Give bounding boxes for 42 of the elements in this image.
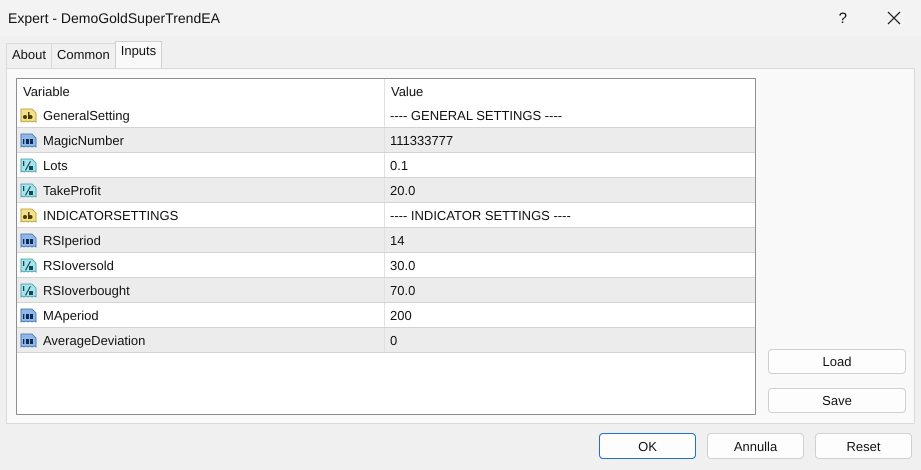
string-type-icon	[20, 206, 37, 224]
column-header[interactable]: Value	[385, 79, 755, 103]
column-header[interactable]: Variable	[17, 79, 385, 103]
int-type-icon	[20, 306, 37, 324]
variable-value[interactable]: 20.0	[390, 182, 416, 198]
variable-name: MagicNumber	[43, 132, 124, 148]
int-type-icon	[20, 332, 37, 348]
dialog-button[interactable]: Annulla	[707, 433, 804, 459]
variable-value[interactable]: 200	[390, 308, 412, 322]
double-type-icon	[20, 182, 37, 198]
variable-name: RSIoversold	[43, 258, 114, 272]
tab[interactable]: About	[6, 43, 52, 68]
variable-name: AverageDeviation	[43, 332, 146, 348]
variable-name: Lots	[43, 158, 68, 172]
variable-value[interactable]: 30.0	[390, 258, 416, 272]
variable-name: TakeProfit	[43, 182, 101, 198]
variable-value[interactable]: 111333777	[390, 132, 454, 148]
variable-name: RSIoverbought	[43, 282, 130, 298]
variable-value[interactable]: 14	[390, 232, 404, 248]
window-title: Expert - DemoGoldSuperTrendEA	[8, 10, 221, 26]
double-type-icon	[20, 282, 37, 298]
dialog-button[interactable]: OK	[599, 433, 696, 459]
double-type-icon	[20, 156, 37, 174]
variable-value[interactable]: 0.1	[390, 158, 408, 172]
variable-name: RSIperiod	[43, 232, 101, 248]
variable-value[interactable]: 70.0	[390, 282, 416, 298]
help-button[interactable]: ?	[838, 10, 847, 26]
variable-name: MAperiod	[43, 308, 99, 322]
double-type-icon	[20, 256, 37, 274]
tab[interactable]: Inputs	[114, 41, 162, 68]
variable-value[interactable]: 0	[390, 332, 398, 348]
variable-name: GeneralSetting	[43, 108, 130, 122]
side-button[interactable]: Save	[768, 388, 906, 413]
variable-value[interactable]: ---- INDICATOR SETTINGS ----	[390, 208, 571, 222]
variable-name: INDICATORSETTINGS	[43, 208, 178, 222]
side-button[interactable]: Load	[768, 349, 906, 374]
variable-value[interactable]: ---- GENERAL SETTINGS ----	[390, 108, 562, 122]
dialog-button[interactable]: Reset	[815, 433, 912, 459]
int-type-icon	[20, 132, 37, 148]
string-type-icon	[20, 106, 37, 124]
int-type-icon	[20, 232, 37, 248]
close-icon[interactable]	[887, 11, 901, 25]
